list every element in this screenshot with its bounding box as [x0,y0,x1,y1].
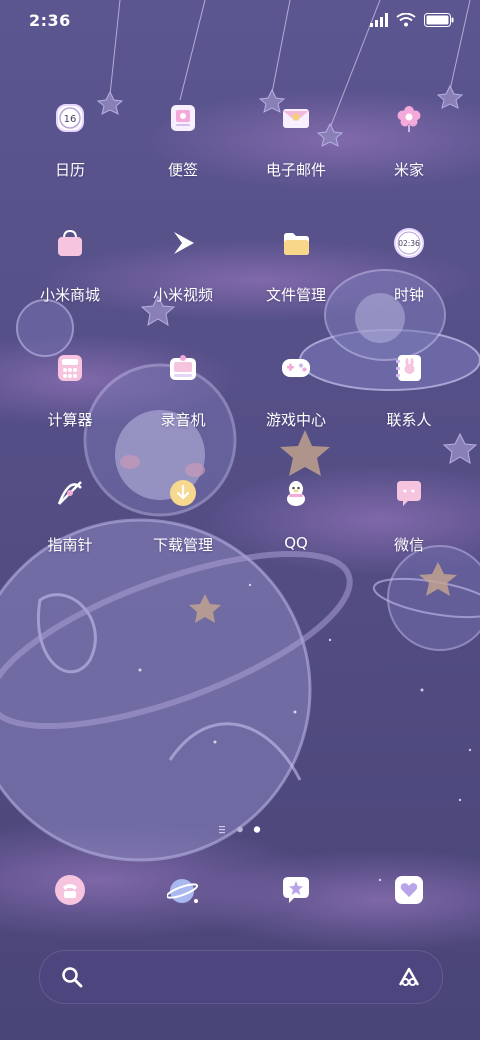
app-gamepad[interactable]: 游戏中心 [240,353,352,463]
app-label: 小米视频 [152,286,213,304]
app-mail[interactable]: 电子邮件 [240,103,352,213]
app-label: 微信 [393,536,424,554]
dock-message-star-icon[interactable] [280,874,312,906]
search-icon[interactable] [61,966,83,988]
status-bar: 2:36 [0,0,480,44]
app-folder[interactable]: 文件管理 [240,228,352,338]
icon-badge-text: 02:36 [398,239,420,248]
app-video-play[interactable]: 小米视频 [127,228,239,338]
video-play-icon[interactable] [168,228,198,258]
dock-phone-icon[interactable] [54,874,86,906]
app-label: 联系人 [386,411,432,429]
page-indicator-list-icon [219,826,225,834]
app-label: 便签 [167,161,198,179]
app-calculator[interactable]: 计算器 [14,353,126,463]
app-download[interactable]: 下载管理 [127,478,239,588]
calculator-icon[interactable] [55,353,85,383]
icon-badge-text: 16 [64,114,77,125]
app-recorder[interactable]: 录音机 [127,353,239,463]
wifi-icon [396,13,416,27]
app-shopping-bag[interactable]: 小米商城 [14,228,126,338]
app-label: 日历 [54,161,85,179]
app-clock[interactable]: 02:36 时钟 [353,228,465,338]
calendar-icon[interactable]: 16 [55,103,85,133]
app-compass[interactable]: 指南针 [14,478,126,588]
contacts-icon[interactable] [394,353,424,383]
app-label: 游戏中心 [265,411,326,429]
app-notes[interactable]: 便签 [127,103,239,213]
app-flower[interactable]: 米家 [353,103,465,213]
page-dot [237,826,243,833]
app-label: 米家 [393,161,424,179]
app-label: 指南针 [47,536,93,554]
app-label: 下载管理 [152,536,213,554]
voice-assistant-icon[interactable] [397,966,421,988]
gamepad-icon[interactable] [281,353,311,383]
app-contacts[interactable]: 联系人 [353,353,465,463]
page-dot-current [253,826,261,833]
download-icon[interactable] [168,478,198,508]
app-calendar[interactable]: 16 日历 [14,103,126,213]
signal-icon [370,13,388,27]
qq-penguin-icon[interactable] [281,478,311,508]
shopping-bag-icon[interactable] [55,228,85,258]
search-bar[interactable] [39,950,443,1004]
status-time: 2:36 [29,11,71,30]
page-indicator [219,826,261,834]
dock-planet-browser-icon[interactable] [165,874,199,906]
flower-icon[interactable] [394,103,424,133]
mail-icon[interactable] [281,103,311,133]
app-label: 文件管理 [265,286,326,304]
recorder-icon[interactable] [168,353,198,383]
app-qq-penguin[interactable]: QQ [240,478,352,588]
battery-icon [424,13,454,27]
clock-icon[interactable]: 02:36 [394,228,424,258]
app-label: 时钟 [393,286,424,304]
compass-icon[interactable] [55,478,85,508]
app-label: 小米商城 [39,286,100,304]
app-label: 计算器 [47,411,93,429]
dock-gallery-heart-icon[interactable] [393,874,425,906]
chat-bubble-icon[interactable] [394,478,424,508]
app-chat-bubble[interactable]: 微信 [353,478,465,588]
folder-icon[interactable] [281,228,311,258]
app-label: 电子邮件 [265,161,326,179]
notes-icon[interactable] [168,103,198,133]
app-label: QQ [284,534,308,552]
app-label: 录音机 [160,411,206,429]
